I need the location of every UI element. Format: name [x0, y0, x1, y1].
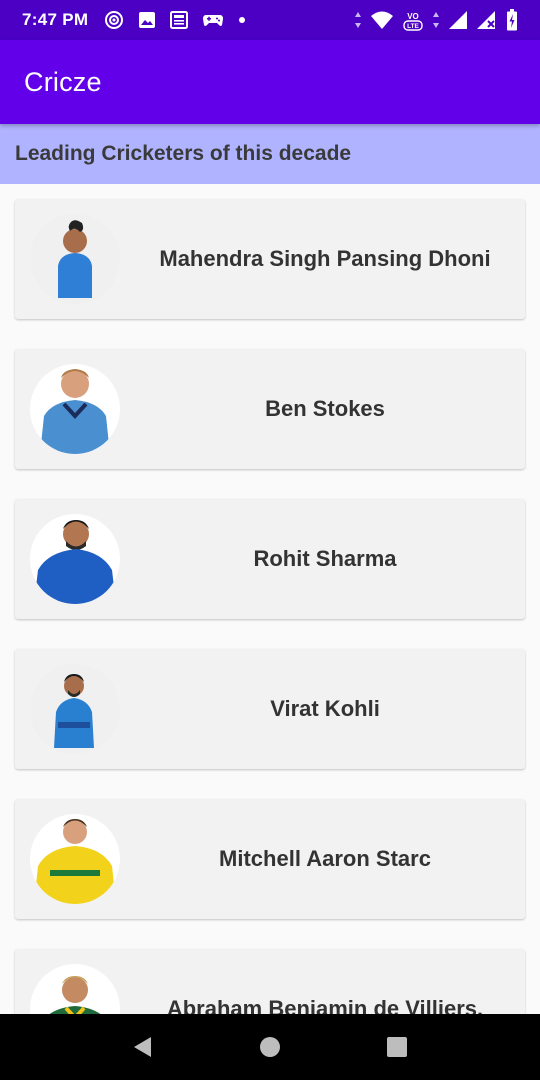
image-icon [138, 11, 156, 29]
player-avatar [30, 514, 120, 604]
recents-button[interactable] [377, 1027, 417, 1067]
battery-icon [506, 9, 518, 31]
player-card[interactable]: Mitchell Aaron Starc [15, 799, 525, 919]
home-circle-icon [259, 1037, 280, 1057]
player-card[interactable]: Ben Stokes [15, 349, 525, 469]
player-card[interactable]: Mahendra Singh Pansing Dhoni [15, 199, 525, 319]
player-list[interactable]: Mahendra Singh Pansing Dhoni Ben Stokes … [0, 184, 540, 1014]
signal-icon [448, 10, 468, 30]
back-button[interactable] [123, 1027, 163, 1067]
notification-icons [104, 10, 246, 30]
system-status-icons: VO LTE [354, 9, 518, 31]
back-triangle-icon [134, 1037, 152, 1057]
app-title: Cricze [24, 66, 102, 97]
status-bar: 7:47 PM VO LTE [0, 0, 540, 40]
home-button[interactable] [250, 1027, 290, 1067]
recents-square-icon [386, 1037, 407, 1057]
data-arrows-icon [354, 11, 362, 29]
player-avatar [30, 814, 120, 904]
player-card[interactable]: Virat Kohli [15, 649, 525, 769]
player-avatar [30, 214, 120, 304]
news-icon [170, 11, 189, 29]
radio-icon [104, 10, 124, 30]
player-name: Rohit Sharma [253, 546, 397, 571]
player-avatar [30, 364, 120, 454]
data-arrows-icon-2 [432, 11, 440, 29]
volte-icon: VO LTE [402, 9, 424, 31]
player-name: Virat Kohli [270, 696, 380, 721]
svg-text:VO: VO [407, 12, 419, 21]
app-bar: Cricze [0, 40, 540, 124]
player-name: Mitchell Aaron Starc [219, 846, 431, 871]
status-time: 7:47 PM [22, 10, 89, 29]
player-card[interactable]: Abraham Benjamin de Villiers. [15, 949, 525, 1014]
dot-icon [238, 16, 246, 24]
signal-no-data-icon [476, 10, 498, 30]
player-avatar [30, 964, 120, 1014]
player-name: Abraham Benjamin de Villiers. [166, 996, 484, 1014]
player-avatar [30, 664, 120, 754]
player-name: Mahendra Singh Pansing Dhoni [159, 246, 491, 271]
wifi-icon [370, 10, 394, 30]
player-name: Ben Stokes [265, 396, 385, 421]
section-header: Leading Cricketers of this decade [0, 124, 540, 184]
navigation-bar [0, 1014, 540, 1080]
svg-text:LTE: LTE [407, 23, 419, 30]
game-icon [202, 12, 224, 28]
section-title: Leading Cricketers of this decade [15, 142, 352, 165]
player-card[interactable]: Rohit Sharma [15, 499, 525, 619]
